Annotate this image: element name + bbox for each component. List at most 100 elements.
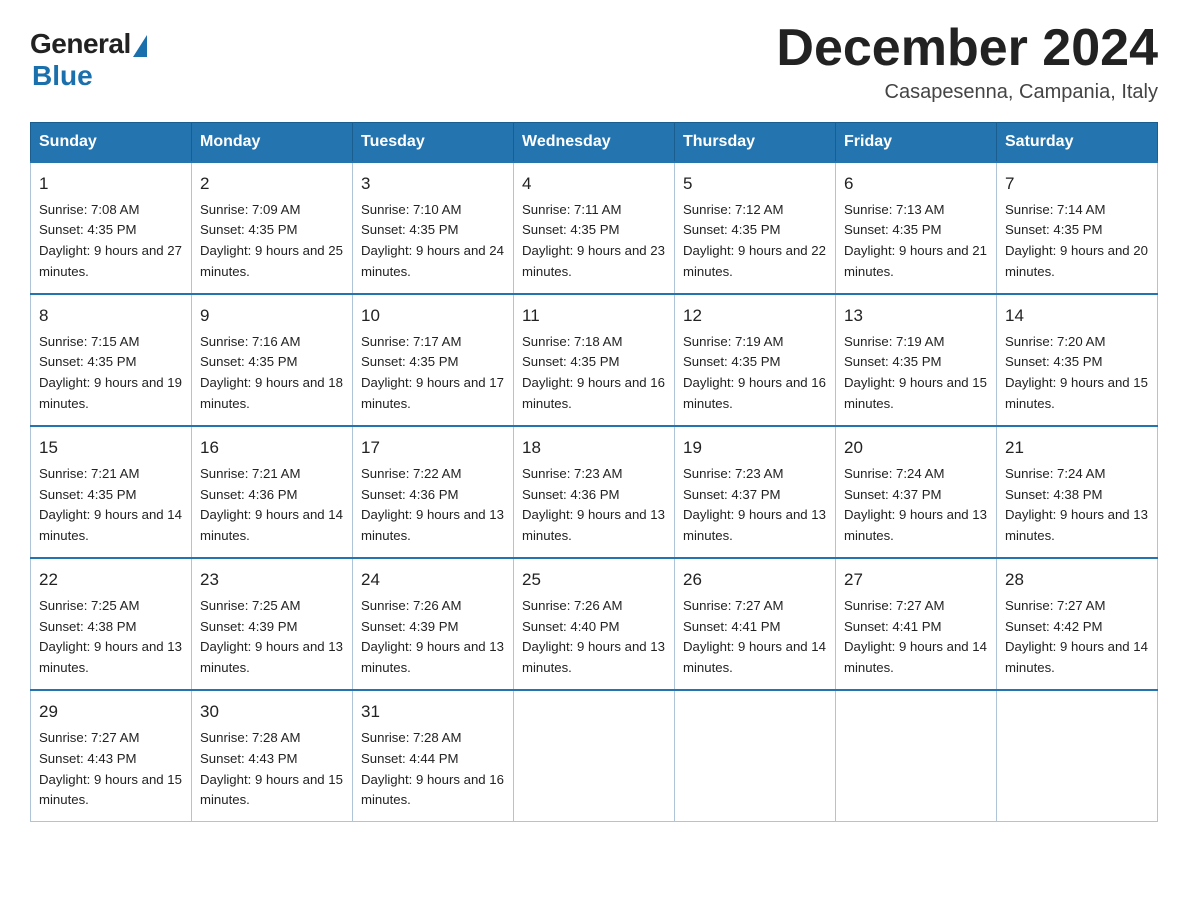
calendar-cell: 20 Sunrise: 7:24 AMSunset: 4:37 PMDayligh… (836, 426, 997, 558)
day-number: 2 (200, 171, 344, 197)
day-number: 9 (200, 303, 344, 329)
calendar-cell: 3Sunrise: 7:10 AMSunset: 4:35 PMDaylight… (353, 162, 514, 294)
calendar-cell: 18 Sunrise: 7:23 AMSunset: 4:36 PMDayligh… (514, 426, 675, 558)
day-info: Sunrise: 7:25 AMSunset: 4:39 PMDaylight:… (200, 598, 343, 676)
calendar-cell: 12Sunrise: 7:19 AMSunset: 4:35 PMDayligh… (675, 294, 836, 426)
logo-general-text: General (30, 28, 131, 60)
day-info: Sunrise: 7:08 AMSunset: 4:35 PMDaylight:… (39, 202, 182, 280)
day-number: 8 (39, 303, 183, 329)
location-subtitle: Casapesenna, Campania, Italy (776, 81, 1158, 104)
calendar-cell (514, 690, 675, 822)
day-number: 22 (39, 567, 183, 593)
day-info: Sunrise: 7:19 AMSunset: 4:35 PMDaylight:… (844, 334, 987, 412)
calendar-cell: 5 Sunrise: 7:12 AMSunset: 4:35 PMDaylight… (675, 162, 836, 294)
day-info: Sunrise: 7:13 AMSunset: 4:35 PMDaylight:… (844, 202, 987, 280)
page-header: General Blue December 2024 Casapesenna, … (30, 20, 1158, 104)
day-info: Sunrise: 7:18 AMSunset: 4:35 PMDaylight:… (522, 334, 665, 412)
calendar-cell: 16 Sunrise: 7:21 AMSunset: 4:36 PMDayligh… (192, 426, 353, 558)
month-year-title: December 2024 (776, 20, 1158, 77)
calendar-week-row: 29Sunrise: 7:27 AMSunset: 4:43 PMDayligh… (31, 690, 1158, 822)
day-number: 12 (683, 303, 827, 329)
day-number: 25 (522, 567, 666, 593)
calendar-cell: 9 Sunrise: 7:16 AMSunset: 4:35 PMDaylight… (192, 294, 353, 426)
day-info: Sunrise: 7:20 AMSunset: 4:35 PMDaylight:… (1005, 334, 1148, 412)
day-number: 19 (683, 435, 827, 461)
day-number: 18 (522, 435, 666, 461)
calendar-week-row: 15 Sunrise: 7:21 AMSunset: 4:35 PMDayligh… (31, 426, 1158, 558)
day-info: Sunrise: 7:15 AMSunset: 4:35 PMDaylight:… (39, 334, 182, 412)
day-info: Sunrise: 7:14 AMSunset: 4:35 PMDaylight:… (1005, 202, 1148, 280)
calendar-cell: 1Sunrise: 7:08 AMSunset: 4:35 PMDaylight… (31, 162, 192, 294)
header-day-monday: Monday (192, 123, 353, 163)
day-info: Sunrise: 7:28 AMSunset: 4:43 PMDaylight:… (200, 730, 343, 808)
calendar-cell: 13 Sunrise: 7:19 AMSunset: 4:35 PMDayligh… (836, 294, 997, 426)
day-number: 5 (683, 171, 827, 197)
day-info: Sunrise: 7:23 AMSunset: 4:37 PMDaylight:… (683, 466, 826, 544)
day-info: Sunrise: 7:22 AMSunset: 4:36 PMDaylight:… (361, 466, 504, 544)
header-day-saturday: Saturday (997, 123, 1158, 163)
calendar-week-row: 22 Sunrise: 7:25 AMSunset: 4:38 PMDayligh… (31, 558, 1158, 690)
day-info: Sunrise: 7:27 AMSunset: 4:41 PMDaylight:… (844, 598, 987, 676)
day-info: Sunrise: 7:27 AMSunset: 4:42 PMDaylight:… (1005, 598, 1148, 676)
title-section: December 2024 Casapesenna, Campania, Ita… (776, 20, 1158, 104)
day-number: 3 (361, 171, 505, 197)
calendar-cell: 6 Sunrise: 7:13 AMSunset: 4:35 PMDaylight… (836, 162, 997, 294)
calendar-cell: 11Sunrise: 7:18 AMSunset: 4:35 PMDayligh… (514, 294, 675, 426)
calendar-cell: 21Sunrise: 7:24 AMSunset: 4:38 PMDayligh… (997, 426, 1158, 558)
day-number: 13 (844, 303, 988, 329)
day-info: Sunrise: 7:21 AMSunset: 4:35 PMDaylight:… (39, 466, 182, 544)
calendar-header-row: SundayMondayTuesdayWednesdayThursdayFrid… (31, 123, 1158, 163)
calendar-cell: 4Sunrise: 7:11 AMSunset: 4:35 PMDaylight… (514, 162, 675, 294)
day-number: 23 (200, 567, 344, 593)
day-info: Sunrise: 7:26 AMSunset: 4:39 PMDaylight:… (361, 598, 504, 676)
calendar-table: SundayMondayTuesdayWednesdayThursdayFrid… (30, 122, 1158, 822)
calendar-week-row: 1Sunrise: 7:08 AMSunset: 4:35 PMDaylight… (31, 162, 1158, 294)
day-number: 26 (683, 567, 827, 593)
day-info: Sunrise: 7:28 AMSunset: 4:44 PMDaylight:… (361, 730, 504, 808)
day-number: 7 (1005, 171, 1149, 197)
day-info: Sunrise: 7:23 AMSunset: 4:36 PMDaylight:… (522, 466, 665, 544)
day-number: 14 (1005, 303, 1149, 329)
calendar-cell: 22 Sunrise: 7:25 AMSunset: 4:38 PMDayligh… (31, 558, 192, 690)
calendar-cell: 15 Sunrise: 7:21 AMSunset: 4:35 PMDayligh… (31, 426, 192, 558)
day-number: 20 (844, 435, 988, 461)
header-day-tuesday: Tuesday (353, 123, 514, 163)
calendar-week-row: 8 Sunrise: 7:15 AMSunset: 4:35 PMDaylight… (31, 294, 1158, 426)
calendar-cell (997, 690, 1158, 822)
calendar-cell: 25Sunrise: 7:26 AMSunset: 4:40 PMDayligh… (514, 558, 675, 690)
day-number: 28 (1005, 567, 1149, 593)
calendar-cell (675, 690, 836, 822)
day-info: Sunrise: 7:12 AMSunset: 4:35 PMDaylight:… (683, 202, 826, 280)
header-day-wednesday: Wednesday (514, 123, 675, 163)
calendar-cell: 30 Sunrise: 7:28 AMSunset: 4:43 PMDayligh… (192, 690, 353, 822)
calendar-cell (836, 690, 997, 822)
day-number: 27 (844, 567, 988, 593)
logo: General Blue (30, 28, 147, 92)
calendar-cell: 8 Sunrise: 7:15 AMSunset: 4:35 PMDaylight… (31, 294, 192, 426)
calendar-cell: 27 Sunrise: 7:27 AMSunset: 4:41 PMDayligh… (836, 558, 997, 690)
day-number: 16 (200, 435, 344, 461)
day-info: Sunrise: 7:24 AMSunset: 4:37 PMDaylight:… (844, 466, 987, 544)
calendar-cell: 28 Sunrise: 7:27 AMSunset: 4:42 PMDayligh… (997, 558, 1158, 690)
day-number: 15 (39, 435, 183, 461)
day-number: 4 (522, 171, 666, 197)
day-number: 24 (361, 567, 505, 593)
calendar-cell: 24 Sunrise: 7:26 AMSunset: 4:39 PMDayligh… (353, 558, 514, 690)
logo-triangle-icon (133, 35, 147, 57)
day-info: Sunrise: 7:16 AMSunset: 4:35 PMDaylight:… (200, 334, 343, 412)
calendar-cell: 31 Sunrise: 7:28 AMSunset: 4:44 PMDayligh… (353, 690, 514, 822)
day-info: Sunrise: 7:25 AMSunset: 4:38 PMDaylight:… (39, 598, 182, 676)
calendar-cell: 23 Sunrise: 7:25 AMSunset: 4:39 PMDayligh… (192, 558, 353, 690)
day-info: Sunrise: 7:21 AMSunset: 4:36 PMDaylight:… (200, 466, 343, 544)
day-number: 30 (200, 699, 344, 725)
day-number: 17 (361, 435, 505, 461)
day-info: Sunrise: 7:09 AMSunset: 4:35 PMDaylight:… (200, 202, 343, 280)
logo-blue-text: Blue (32, 60, 93, 92)
day-number: 6 (844, 171, 988, 197)
calendar-cell: 17 Sunrise: 7:22 AMSunset: 4:36 PMDayligh… (353, 426, 514, 558)
calendar-cell: 29Sunrise: 7:27 AMSunset: 4:43 PMDayligh… (31, 690, 192, 822)
day-number: 31 (361, 699, 505, 725)
header-day-sunday: Sunday (31, 123, 192, 163)
calendar-cell: 14 Sunrise: 7:20 AMSunset: 4:35 PMDayligh… (997, 294, 1158, 426)
calendar-cell: 26Sunrise: 7:27 AMSunset: 4:41 PMDayligh… (675, 558, 836, 690)
